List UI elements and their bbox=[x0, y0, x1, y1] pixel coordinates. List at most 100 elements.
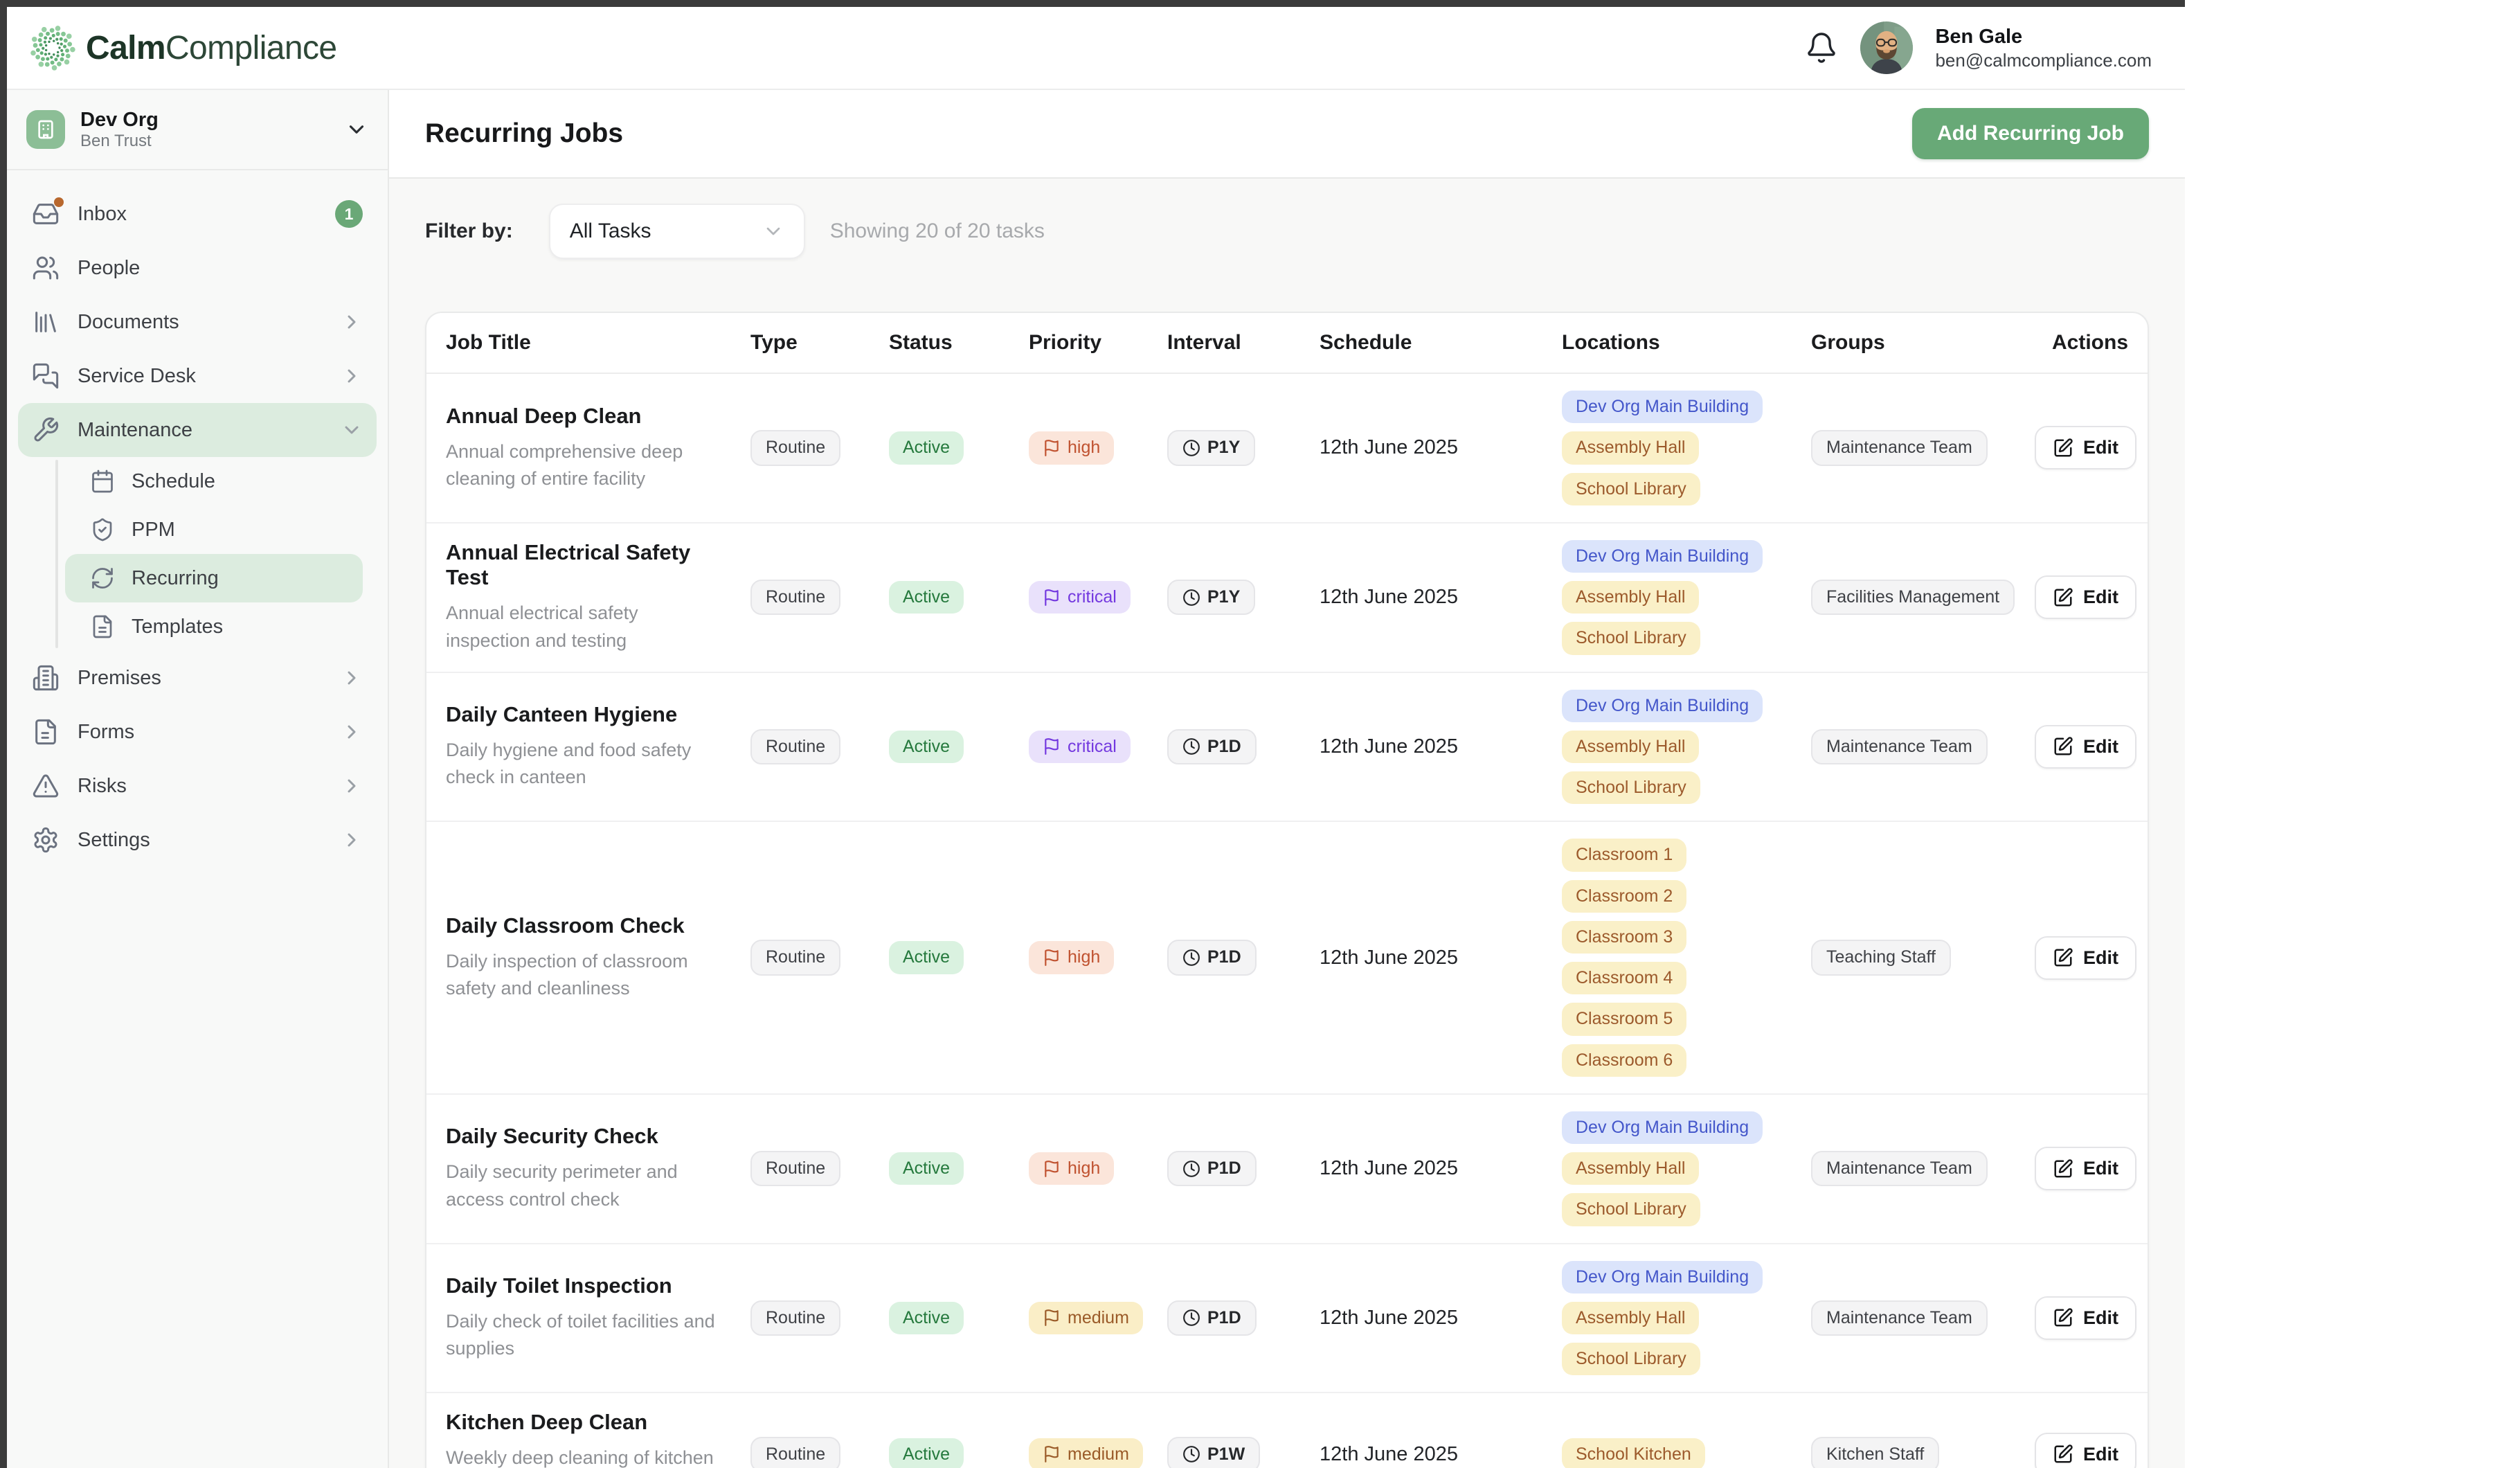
edit-icon bbox=[2053, 736, 2073, 757]
interval-badge: P1D bbox=[1167, 1151, 1257, 1186]
brand-name-light: Compliance bbox=[165, 30, 336, 66]
edit-button[interactable]: Edit bbox=[2035, 1433, 2136, 1468]
interval-badge: P1D bbox=[1167, 1300, 1257, 1336]
status-badge: Active bbox=[889, 941, 964, 974]
org-switcher[interactable]: Dev Org Ben Trust bbox=[7, 90, 388, 170]
add-recurring-job-button[interactable]: Add Recurring Job bbox=[1912, 108, 2149, 159]
actions-cell: Edit bbox=[2033, 936, 2148, 980]
edit-icon bbox=[2053, 1158, 2073, 1179]
sidebar-item-premises[interactable]: Premises bbox=[18, 651, 377, 705]
location-badge: Assembly Hall bbox=[1562, 1152, 1699, 1185]
location-badge: Classroom 4 bbox=[1562, 962, 1686, 994]
user-avatar[interactable] bbox=[1860, 21, 1913, 74]
clock-icon bbox=[1182, 949, 1200, 967]
interval-cell: P1D bbox=[1167, 1300, 1306, 1336]
sidebar-item-service-desk[interactable]: Service Desk bbox=[18, 349, 377, 403]
sidebar-subitem-recurring[interactable]: Recurring bbox=[65, 554, 363, 602]
maintenance-submenu: Schedule PPM Recurring Templates bbox=[65, 457, 363, 651]
interval-badge: P1Y bbox=[1167, 430, 1255, 465]
locations-cell: Dev Org Main BuildingAssembly HallSchool… bbox=[1548, 540, 1797, 655]
sidebar-item-people[interactable]: People bbox=[18, 241, 377, 295]
status-cell: Active bbox=[889, 941, 1029, 974]
location-badge: School Library bbox=[1562, 1193, 1700, 1226]
logo-dots bbox=[30, 26, 75, 71]
group-badge: Facilities Management bbox=[1811, 580, 2015, 615]
filter-bar: Filter by: All Tasks Showing 20 of 20 ta… bbox=[425, 204, 2149, 259]
edit-button[interactable]: Edit bbox=[2035, 1296, 2136, 1340]
edit-button[interactable]: Edit bbox=[2035, 936, 2136, 980]
group-badge: Teaching Staff bbox=[1811, 940, 1951, 975]
column-header-priority: Priority bbox=[1029, 331, 1167, 355]
org-subtitle: Ben Trust bbox=[80, 132, 159, 151]
interval-badge: P1Y bbox=[1167, 580, 1255, 615]
group-cell: Teaching Staff bbox=[1797, 940, 2033, 975]
notifications-bell-icon[interactable] bbox=[1805, 31, 1838, 64]
schedule-date: 12th June 2025 bbox=[1306, 1307, 1548, 1330]
schedule-date: 12th June 2025 bbox=[1306, 1443, 1548, 1466]
sidebar-item-inbox[interactable]: Inbox 1 bbox=[18, 187, 377, 241]
sidebar-item-maintenance[interactable]: Maintenance bbox=[18, 403, 377, 457]
type-cell: Routine bbox=[750, 430, 889, 465]
location-badge: Dev Org Main Building bbox=[1562, 391, 1763, 423]
sidebar-item-label: Maintenance bbox=[78, 419, 192, 442]
location-badge: School Library bbox=[1562, 622, 1700, 654]
sidebar-item-forms[interactable]: Forms bbox=[18, 705, 377, 759]
sidebar-item-label: Documents bbox=[78, 311, 179, 334]
edit-button[interactable]: Edit bbox=[2035, 426, 2136, 469]
chevron-right-icon bbox=[341, 721, 363, 743]
page-content: Filter by: All Tasks Showing 20 of 20 ta… bbox=[389, 179, 2185, 1468]
job-title: Kitchen Deep Clean bbox=[446, 1410, 723, 1435]
edit-button[interactable]: Edit bbox=[2035, 1147, 2136, 1190]
schedule-date: 12th June 2025 bbox=[1306, 436, 1548, 459]
group-badge: Maintenance Team bbox=[1811, 729, 1988, 764]
chevron-down-icon bbox=[345, 118, 368, 141]
type-badge: Routine bbox=[750, 940, 840, 975]
sidebar-item-settings[interactable]: Settings bbox=[18, 813, 377, 867]
type-cell: Routine bbox=[750, 940, 889, 975]
chevron-right-icon bbox=[341, 311, 363, 333]
column-header-groups: Groups bbox=[1797, 331, 2033, 355]
brand-logo-icon bbox=[29, 24, 76, 71]
location-badge: Dev Org Main Building bbox=[1562, 690, 1763, 722]
building-icon bbox=[35, 118, 57, 141]
group-cell: Maintenance Team bbox=[1797, 430, 2033, 465]
location-badge: Dev Org Main Building bbox=[1562, 540, 1763, 573]
tasks-count-summary: Showing 20 of 20 tasks bbox=[830, 220, 1045, 243]
task-filter-value: All Tasks bbox=[570, 220, 651, 243]
job-row: Daily Canteen HygieneDaily hygiene and f… bbox=[426, 673, 2148, 823]
job-title-cell: Daily Canteen HygieneDaily hygiene and f… bbox=[426, 702, 750, 791]
priority-cell: medium bbox=[1029, 1302, 1167, 1334]
sidebar-item-risks[interactable]: Risks bbox=[18, 759, 377, 813]
sidebar-item-documents[interactable]: Documents bbox=[18, 295, 377, 349]
top-header: CalmCompliance Ben Gale bbox=[7, 7, 2185, 90]
status-cell: Active bbox=[889, 1302, 1029, 1334]
sidebar-subitem-templates[interactable]: Templates bbox=[65, 602, 363, 651]
flag-icon bbox=[1043, 949, 1061, 967]
job-title-cell: Annual Electrical Safety TestAnnual elec… bbox=[426, 540, 750, 654]
schedule-date: 12th June 2025 bbox=[1306, 586, 1548, 609]
task-filter-select[interactable]: All Tasks bbox=[549, 204, 805, 259]
flag-icon bbox=[1043, 737, 1061, 755]
user-email: ben@calmcompliance.com bbox=[1935, 49, 2152, 72]
interval-cell: P1Y bbox=[1167, 580, 1306, 615]
edit-button[interactable]: Edit bbox=[2035, 575, 2136, 619]
type-badge: Routine bbox=[750, 729, 840, 764]
sidebar-subitem-label: Recurring bbox=[132, 567, 219, 590]
edit-button[interactable]: Edit bbox=[2035, 725, 2136, 769]
status-badge: Active bbox=[889, 581, 964, 614]
schedule-date: 12th June 2025 bbox=[1306, 947, 1548, 969]
column-header-actions: Actions bbox=[2033, 331, 2148, 355]
locations-cell: Dev Org Main BuildingAssembly HallSchool… bbox=[1548, 1261, 1797, 1376]
status-cell: Active bbox=[889, 1152, 1029, 1185]
priority-cell: high bbox=[1029, 1152, 1167, 1185]
interval-cell: P1D bbox=[1167, 1151, 1306, 1186]
group-cell: Facilities Management bbox=[1797, 580, 2033, 615]
user-name: Ben Gale bbox=[1935, 24, 2152, 49]
sidebar-subitem-schedule[interactable]: Schedule bbox=[65, 457, 363, 505]
avatar-image bbox=[1860, 21, 1913, 74]
status-badge: Active bbox=[889, 1152, 964, 1185]
sidebar-subitem-ppm[interactable]: PPM bbox=[65, 505, 363, 554]
actions-cell: Edit bbox=[2033, 725, 2148, 769]
location-badge: School Library bbox=[1562, 473, 1700, 505]
job-description: Daily security perimeter and access cont… bbox=[446, 1158, 723, 1212]
